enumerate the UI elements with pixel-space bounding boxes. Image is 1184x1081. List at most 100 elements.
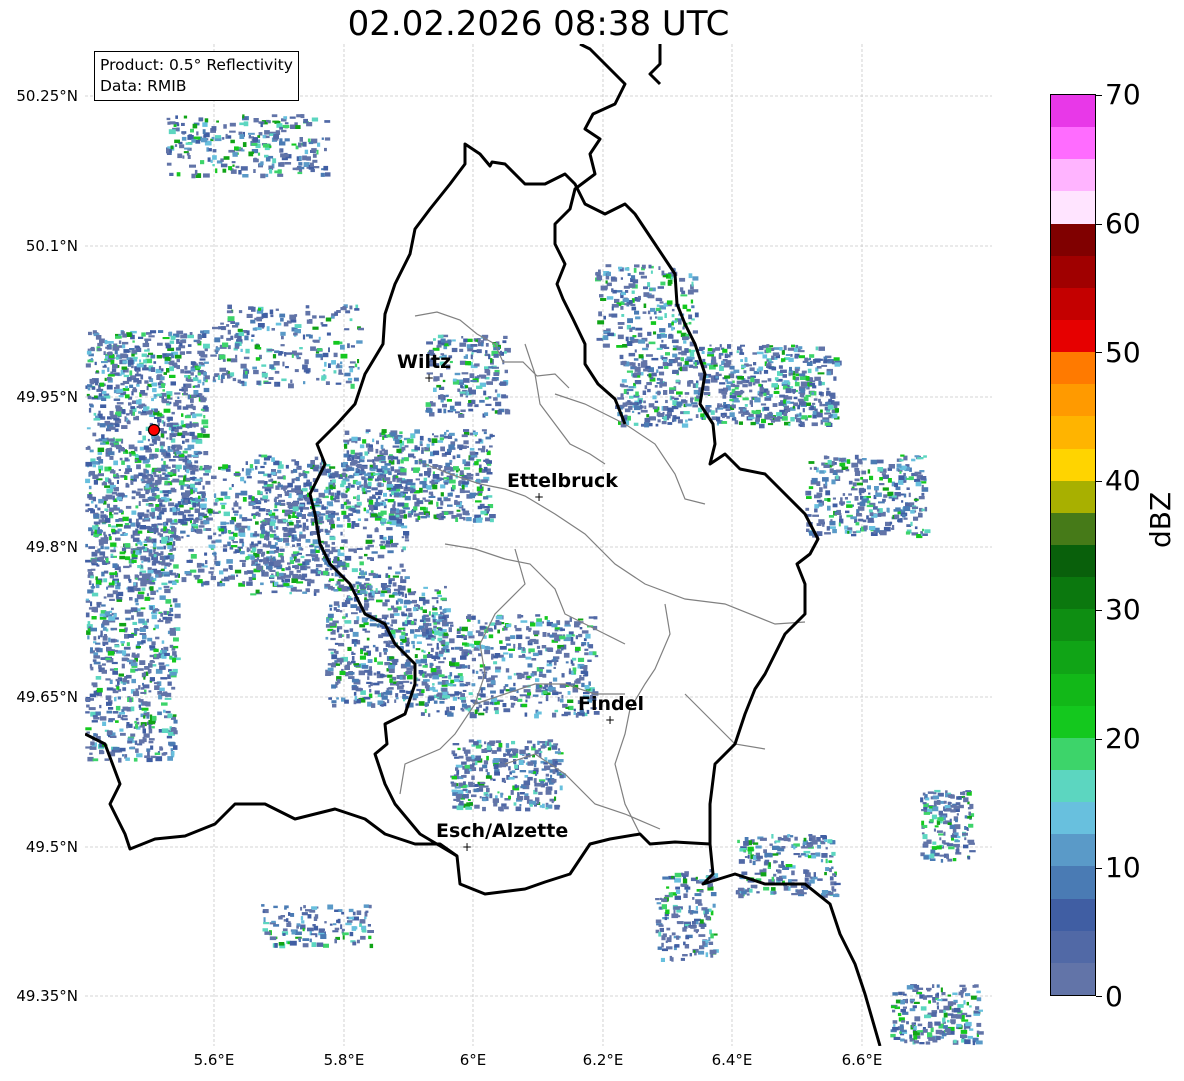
- echo-cell: [659, 383, 663, 388]
- echo-cell: [96, 370, 99, 373]
- echo-cell: [560, 698, 564, 703]
- echo-cell: [199, 465, 203, 471]
- echo-cell: [239, 514, 243, 519]
- echo-cell: [431, 614, 434, 618]
- echo-cell: [107, 593, 114, 598]
- echo-cell: [357, 494, 360, 500]
- echo-cell: [129, 370, 133, 376]
- echo-cell: [433, 435, 439, 438]
- echo-cell: [318, 492, 325, 498]
- echo-cell: [535, 684, 540, 689]
- echo-cell: [203, 387, 210, 393]
- echo-cell: [685, 403, 692, 407]
- echo-cell: [385, 588, 391, 591]
- echo-cell: [112, 563, 118, 568]
- echo-cell: [149, 586, 154, 591]
- echo-cell: [446, 649, 450, 653]
- echo-cell: [510, 635, 516, 639]
- echo-cell: [277, 520, 283, 523]
- echo-cell: [363, 622, 369, 626]
- echo-cell: [335, 663, 341, 666]
- echo-cell: [105, 494, 113, 500]
- echo-cell: [690, 356, 695, 360]
- echo-cell: [193, 519, 199, 523]
- echo-cell: [148, 503, 154, 507]
- echo-cell: [151, 523, 157, 527]
- echo-cell: [783, 345, 787, 351]
- echo-cell: [423, 586, 428, 589]
- echo-cell: [318, 520, 325, 524]
- echo-cell: [162, 490, 169, 494]
- echo-cell: [573, 711, 576, 715]
- echo-cell: [167, 620, 171, 624]
- echo-cell: [106, 730, 113, 735]
- echo-cell: [324, 489, 329, 494]
- echo-cell: [658, 371, 665, 376]
- echo-cell: [524, 793, 529, 797]
- echo-cell: [640, 409, 648, 413]
- echo-cell: [165, 599, 172, 604]
- echo-cell: [283, 475, 286, 480]
- echo-cell: [112, 670, 118, 675]
- echo-cell: [155, 636, 160, 640]
- echo-cell: [399, 689, 406, 693]
- echo-cell: [97, 422, 100, 426]
- echo-cell: [117, 528, 122, 532]
- echo-cell: [518, 760, 524, 765]
- echo-cell: [422, 497, 426, 500]
- echo-cell: [345, 672, 349, 677]
- echo-cell: [351, 686, 359, 691]
- echo-cell: [793, 402, 799, 407]
- echo-cell: [726, 415, 730, 419]
- echo-cell: [421, 450, 424, 454]
- echo-cell: [176, 573, 179, 577]
- echo-cell: [388, 471, 392, 476]
- echo-cell: [383, 651, 387, 655]
- echo-cell: [180, 530, 186, 534]
- echo-cell: [133, 474, 139, 479]
- echo-cell: [178, 518, 185, 524]
- echo-cell: [162, 616, 167, 620]
- echo-cell: [400, 459, 404, 464]
- echo-cell: [220, 521, 227, 526]
- echo-cell: [171, 686, 176, 690]
- echo-cell: [348, 676, 355, 679]
- echo-cell: [494, 771, 500, 776]
- echo-cell: [399, 431, 403, 434]
- echo-cell: [425, 687, 430, 692]
- echo-cell: [85, 711, 90, 714]
- echo-cell: [93, 661, 101, 665]
- echo-cell: [257, 480, 265, 484]
- echo-cell: [258, 471, 265, 474]
- echo-cell: [357, 639, 361, 645]
- echo-cell: [393, 608, 398, 613]
- echo-cell: [251, 468, 255, 471]
- echo-cell: [89, 663, 93, 669]
- echo-cell: [111, 491, 117, 495]
- echo-cell: [519, 804, 522, 807]
- echo-cell: [789, 366, 792, 372]
- echo-cell: [153, 554, 157, 558]
- echo-cell: [748, 381, 752, 387]
- echo-cell: [570, 683, 575, 686]
- echo-cell: [361, 466, 368, 469]
- echo-cell: [763, 370, 769, 374]
- echo-cell: [323, 570, 329, 576]
- echo-cell: [142, 634, 147, 640]
- echo-cell: [110, 638, 116, 643]
- echo-cell: [376, 624, 380, 628]
- echo-cell: [440, 471, 444, 476]
- echo-cell: [483, 431, 487, 435]
- echo-cell: [790, 354, 793, 357]
- echo-cell: [360, 649, 364, 655]
- echo-cell: [664, 346, 670, 349]
- echo-cell: [570, 641, 576, 645]
- echo-cell: [213, 532, 217, 536]
- echo-cell: [336, 679, 341, 684]
- echo-cell: [357, 518, 361, 521]
- echo-cell: [483, 466, 488, 472]
- echo-cell: [798, 373, 806, 377]
- echo-cell: [314, 456, 319, 461]
- echo-cell: [136, 384, 140, 387]
- echo-cell: [161, 640, 165, 644]
